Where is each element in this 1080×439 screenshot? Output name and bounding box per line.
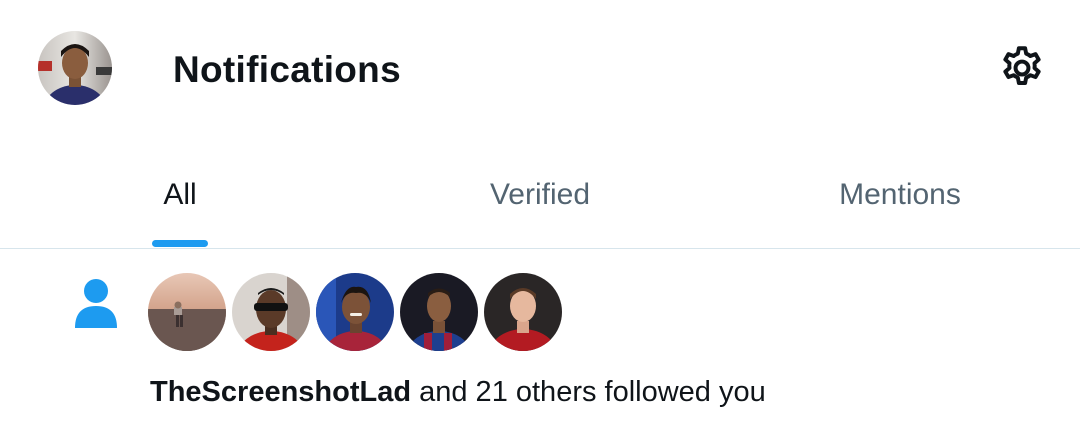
- tab-all-label: All: [163, 178, 197, 211]
- follow-notification[interactable]: TheScreenshotLad and 21 others followed …: [0, 250, 1080, 439]
- notification-message: and 21 others followed you: [411, 376, 766, 408]
- gear-icon: [1003, 46, 1041, 85]
- tab-mentions-label: Mentions: [839, 178, 961, 211]
- tab-mentions[interactable]: Mentions: [720, 140, 1080, 248]
- active-tab-indicator: [152, 240, 208, 247]
- person-icon: [75, 279, 117, 328]
- notification-text: TheScreenshotLad and 21 others followed …: [150, 372, 766, 412]
- notifications-page: Notifications All Verified Mentions TheS…: [0, 0, 1080, 439]
- settings-button[interactable]: [994, 40, 1050, 96]
- follower-avatars: [148, 273, 562, 353]
- follower-avatar-3[interactable]: [316, 273, 394, 351]
- tab-all[interactable]: All: [0, 140, 360, 248]
- tab-verified-label: Verified: [489, 178, 591, 211]
- profile-avatar[interactable]: [38, 31, 112, 105]
- notification-tabs: All Verified Mentions: [0, 140, 1080, 249]
- follower-username[interactable]: TheScreenshotLad: [150, 376, 411, 408]
- follower-avatar-1[interactable]: [148, 273, 226, 351]
- follower-avatar-4[interactable]: [400, 273, 478, 351]
- top-app-bar: Notifications: [0, 0, 1080, 140]
- follower-avatar-5[interactable]: [484, 273, 562, 351]
- follower-avatar-2[interactable]: [232, 273, 310, 351]
- page-title: Notifications: [173, 49, 401, 90]
- tab-verified[interactable]: Verified: [360, 140, 720, 248]
